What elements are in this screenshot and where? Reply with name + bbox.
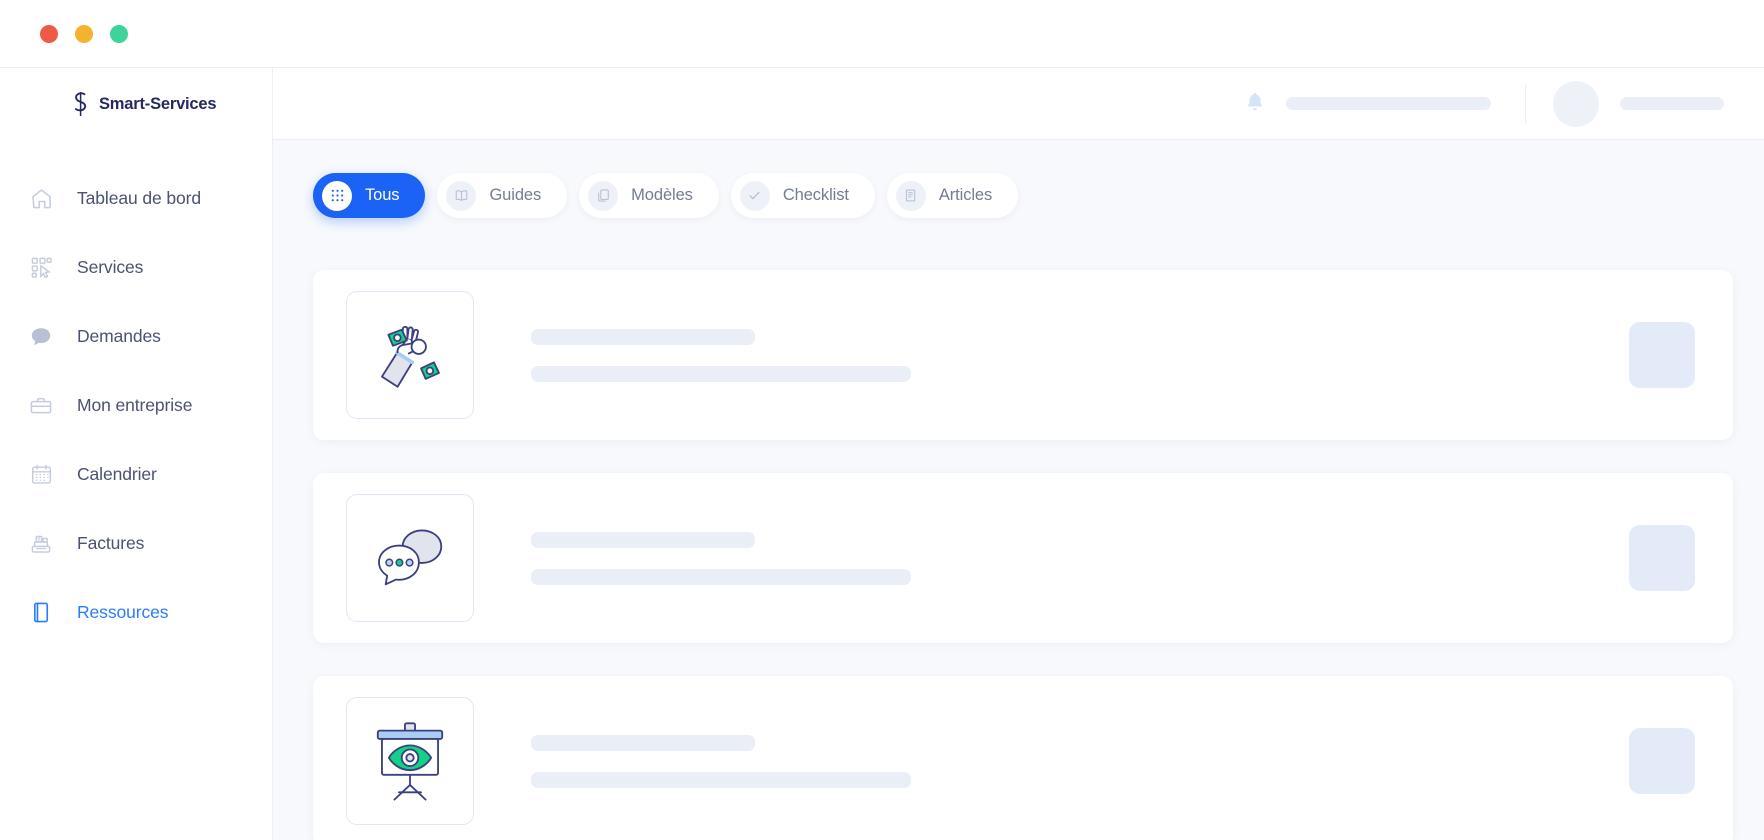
sidebar: Smart-Services Tableau de bord Services … xyxy=(0,68,273,840)
briefcase-icon xyxy=(28,393,54,419)
search-skeleton[interactable] xyxy=(1286,97,1491,110)
sidebar-item-label: Factures xyxy=(77,533,145,553)
topbar xyxy=(273,68,1764,140)
tab-label: Guides xyxy=(489,186,542,204)
resource-card-list xyxy=(313,270,1733,840)
username-skeleton[interactable] xyxy=(1620,97,1724,110)
window-titlebar xyxy=(0,0,1764,68)
presentation-eye-illustration xyxy=(346,697,474,825)
book-icon xyxy=(28,600,54,626)
minimize-button[interactable] xyxy=(75,24,93,43)
card-action-skeleton[interactable] xyxy=(1629,728,1695,794)
filter-tabs: Tous Guides Modèles Checklist Articles xyxy=(313,173,1733,218)
smart-services-s-logo-icon xyxy=(71,91,90,117)
card-action-skeleton[interactable] xyxy=(1629,525,1695,591)
copy-icon xyxy=(588,180,619,211)
check-icon xyxy=(739,180,770,211)
sidebar-item-demandes[interactable]: Demandes xyxy=(0,302,272,371)
sidebar-item-label: Calendrier xyxy=(77,464,157,484)
chat-bubbles-illustration xyxy=(346,494,474,622)
card-subtitle-skeleton xyxy=(531,365,911,382)
sidebar-item-tableau-de-bord[interactable]: Tableau de bord xyxy=(0,164,272,233)
topbar-divider xyxy=(1525,83,1526,124)
card-title-skeleton xyxy=(531,328,755,345)
hand-ok-money-illustration xyxy=(346,291,474,419)
book-open-icon xyxy=(446,180,477,211)
sidebar-item-label: Demandes xyxy=(77,326,161,346)
brand[interactable]: Smart-Services xyxy=(0,68,272,140)
card-action-skeleton[interactable] xyxy=(1629,322,1695,388)
tab-guides[interactable]: Guides xyxy=(437,173,568,218)
grid-dots-icon xyxy=(322,180,352,211)
card-text-skeletons xyxy=(531,531,1629,585)
content-area: Tous Guides Modèles Checklist Articles xyxy=(273,140,1764,840)
calendar-icon xyxy=(28,462,54,488)
card-text-skeletons xyxy=(531,328,1629,382)
sidebar-item-mon-entreprise[interactable]: Mon entreprise xyxy=(0,371,272,440)
tab-tous[interactable]: Tous xyxy=(313,173,426,218)
tab-label: Checklist xyxy=(782,186,849,204)
sidebar-item-label: Tableau de bord xyxy=(77,188,202,208)
card-subtitle-skeleton xyxy=(531,568,911,585)
sidebar-item-calendrier[interactable]: Calendrier xyxy=(0,440,272,509)
resource-card[interactable] xyxy=(313,676,1733,840)
tab-label: Modèles xyxy=(631,186,693,204)
app-shell: Smart-Services Tableau de bord Services … xyxy=(0,68,1764,840)
home-icon xyxy=(28,186,54,212)
sidebar-item-label: Mon entreprise xyxy=(77,395,193,415)
resource-card[interactable] xyxy=(313,270,1733,440)
sidebar-item-ressources[interactable]: Ressources xyxy=(0,578,272,647)
sidebar-item-label: Services xyxy=(77,257,144,277)
tab-checklist[interactable]: Checklist xyxy=(730,173,875,218)
bell-icon[interactable] xyxy=(1244,90,1266,118)
tab-articles[interactable]: Articles xyxy=(886,173,1019,218)
sidebar-item-services[interactable]: Services xyxy=(0,233,272,302)
article-icon xyxy=(895,180,926,211)
avatar[interactable] xyxy=(1553,80,1599,127)
chat-bubble-icon xyxy=(28,324,54,350)
resource-card[interactable] xyxy=(313,473,1733,643)
card-title-skeleton xyxy=(531,734,755,751)
maximize-button[interactable] xyxy=(110,24,128,43)
brand-name: Smart-Services xyxy=(99,94,217,113)
card-subtitle-skeleton xyxy=(531,771,911,788)
tab-modeles[interactable]: Modèles xyxy=(579,173,719,218)
grid-cursor-icon xyxy=(28,255,54,281)
close-button[interactable] xyxy=(40,24,58,43)
sidebar-item-label: Ressources xyxy=(77,602,169,622)
tab-label: Tous xyxy=(365,186,400,204)
tab-label: Articles xyxy=(938,186,993,204)
sidebar-item-factures[interactable]: Factures xyxy=(0,509,272,578)
card-title-skeleton xyxy=(531,531,755,548)
card-text-skeletons xyxy=(531,734,1629,788)
main-area: Tous Guides Modèles Checklist Articles xyxy=(273,68,1764,840)
sidebar-nav: Tableau de bord Services Demandes Mon en… xyxy=(0,164,272,647)
traffic-light-group xyxy=(40,24,128,43)
cash-register-icon xyxy=(28,531,54,557)
